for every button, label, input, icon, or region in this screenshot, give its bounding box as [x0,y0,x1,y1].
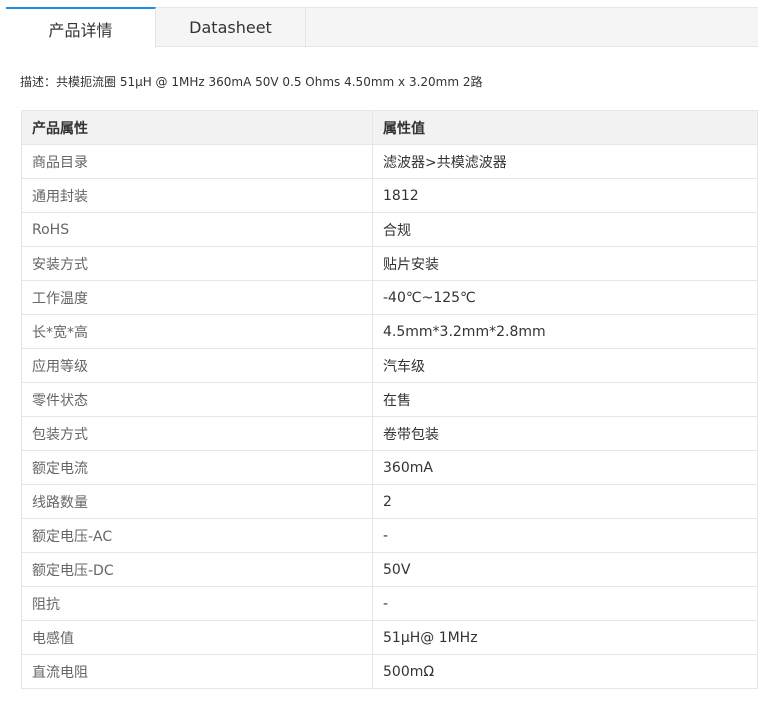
attribute-name: 包装方式 [21,416,373,451]
table-row: 线路数量 2 [21,484,758,519]
attribute-value: 4.5mm*3.2mm*2.8mm [372,314,758,349]
tab-datasheet[interactable]: Datasheet [156,7,306,48]
table-row: 工作温度 -40℃~125℃ [21,280,758,315]
attribute-name: 工作温度 [21,280,373,315]
table-row: 通用封装 1812 [21,178,758,213]
attribute-name: 阻抗 [21,586,373,621]
table-row: 长*宽*高 4.5mm*3.2mm*2.8mm [21,314,758,349]
table-row: 包装方式 卷带包装 [21,416,758,451]
table-row: 阻抗 - [21,586,758,621]
attribute-name: 商品目录 [21,144,373,179]
attribute-name: 长*宽*高 [21,314,373,349]
tab-bar: 产品详情 Datasheet [6,7,758,48]
table-row: 直流电阻 500mΩ [21,654,758,689]
column-header-attribute: 产品属性 [21,110,373,145]
attribute-value: 500mΩ [372,654,758,689]
column-header-value: 属性值 [372,110,758,145]
attribute-value: -40℃~125℃ [372,280,758,315]
attributes-table: 产品属性 属性值 商品目录 滤波器>共模滤波器 通用封装 1812 RoHS 合… [21,110,758,689]
table-row: 应用等级 汽车级 [21,348,758,383]
attribute-name: 线路数量 [21,484,373,519]
attribute-name: 零件状态 [21,382,373,417]
attribute-value: 1812 [372,178,758,213]
table-row: 额定电压-AC - [21,518,758,553]
attribute-name: RoHS [21,212,373,247]
table-row: 零件状态 在售 [21,382,758,417]
attribute-name: 安装方式 [21,246,373,281]
table-row: 额定电压-DC 50V [21,552,758,587]
attribute-value: 滤波器>共模滤波器 [372,144,758,179]
attribute-value: 2 [372,484,758,519]
attribute-value: 汽车级 [372,348,758,383]
attribute-value: 在售 [372,382,758,417]
attribute-value: 卷带包装 [372,416,758,451]
attribute-value: - [372,518,758,553]
attribute-name: 通用封装 [21,178,373,213]
attribute-value: 贴片安装 [372,246,758,281]
table-header-row: 产品属性 属性值 [21,110,758,145]
table-row: RoHS 合规 [21,212,758,247]
product-description: 描述：共模扼流圈 51μH @ 1MHz 360mA 50V 0.5 Ohms … [20,75,483,89]
attribute-name: 电感值 [21,620,373,655]
attribute-name: 直流电阻 [21,654,373,689]
attribute-value: 合规 [372,212,758,247]
tab-product-details[interactable]: 产品详情 [6,7,156,48]
table-row: 安装方式 贴片安装 [21,246,758,281]
table-row: 电感值 51μH@ 1MHz [21,620,758,655]
attribute-name: 额定电流 [21,450,373,485]
table-row: 额定电流 360mA [21,450,758,485]
attribute-name: 应用等级 [21,348,373,383]
attribute-value: 51μH@ 1MHz [372,620,758,655]
attribute-name: 额定电压-AC [21,518,373,553]
attribute-value: - [372,586,758,621]
attribute-name: 额定电压-DC [21,552,373,587]
attribute-value: 50V [372,552,758,587]
table-row: 商品目录 滤波器>共模滤波器 [21,144,758,179]
attribute-value: 360mA [372,450,758,485]
